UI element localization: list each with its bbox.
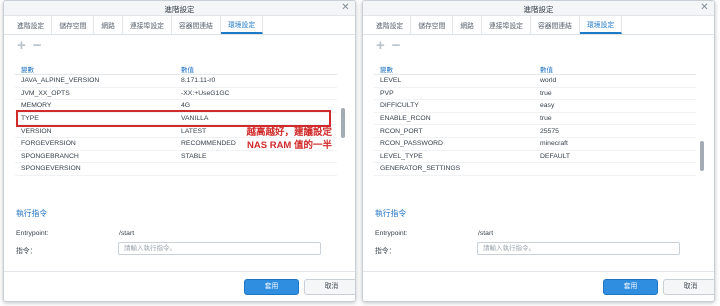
row-variable: JAVA_ALPINE_VERSION	[21, 77, 100, 85]
grid-header: 變數 數值	[15, 64, 337, 75]
tab-storage[interactable]: 儲存空間	[411, 16, 454, 34]
add-icon[interactable]: +	[376, 38, 385, 53]
remove-icon[interactable]: −	[33, 38, 42, 53]
table-row[interactable]: GENERATOR_SETTINGS	[374, 163, 696, 176]
table-row[interactable]: LEVEL world	[374, 75, 696, 88]
row-value: 8.171.11-r0	[181, 77, 216, 85]
dialog-title: 進階設定	[523, 5, 554, 14]
row-value: DEFAULT	[540, 152, 571, 160]
tab-links[interactable]: 容器間連結	[531, 16, 580, 34]
env-variable-grid: 變數 數值 LEVEL world PVP true DIFFICULTY ea…	[374, 64, 696, 176]
dialog-footer: 套用 取消	[4, 271, 355, 301]
column-header-value[interactable]: 數值	[181, 64, 331, 74]
dialog-titlebar: 進階設定 ✕	[363, 1, 714, 16]
row-variable: LEVEL_TYPE	[380, 152, 423, 160]
grid-scrollbar[interactable]	[341, 108, 345, 138]
annotation-line-2: NAS RAM 值的一半	[247, 140, 332, 151]
advanced-settings-dialog-left: 進階設定 ✕ 進階設定 儲存空間 網路 連接埠設定 容器間連結 環境設定 + −…	[3, 0, 356, 302]
exec-command-section-title: 執行指令	[16, 209, 48, 218]
tab-bar: 進階設定 儲存空間 網路 連接埠設定 容器間連結 環境設定	[363, 16, 714, 35]
grid-scrollbar[interactable]	[700, 141, 704, 171]
entrypoint-label: Entrypoint:	[375, 230, 408, 237]
table-row[interactable]: RCON_PASSWORD minecraft	[374, 138, 696, 151]
env-toolbar: + −	[4, 35, 355, 55]
close-icon[interactable]: ✕	[340, 2, 351, 13]
apply-button[interactable]: 套用	[603, 279, 658, 295]
tab-port-settings[interactable]: 連接埠設定	[123, 16, 172, 34]
env-toolbar: + −	[363, 35, 714, 55]
command-label: 指令：	[16, 248, 37, 255]
tab-environment[interactable]: 環境設定	[220, 16, 264, 34]
tab-network[interactable]: 網路	[94, 16, 123, 34]
table-row[interactable]: JVM_XX_OPTS -XX:+UseG1GC	[15, 88, 337, 101]
row-variable: FORGEVERSION	[21, 140, 76, 148]
row-value: -XX:+UseG1GC	[181, 89, 230, 97]
grid-header: 變數 數值	[374, 64, 696, 75]
tab-advanced[interactable]: 進階設定	[369, 16, 412, 34]
row-variable: SPONGEBRANCH	[21, 152, 79, 160]
entrypoint-label: Entrypoint:	[16, 230, 49, 237]
entrypoint-value: /start	[119, 230, 135, 237]
row-value: STABLE	[181, 152, 207, 160]
command-label: 指令：	[375, 248, 396, 255]
annotation-line-1: 越高越好，建議設定	[246, 127, 332, 138]
table-row[interactable]: RCON_PORT 25575	[374, 125, 696, 138]
table-row[interactable]: SPONGEVERSION	[15, 163, 337, 176]
apply-button[interactable]: 套用	[244, 279, 299, 295]
dialog-title: 進階設定	[164, 5, 195, 14]
row-value: minecraft	[540, 140, 568, 148]
memory-annotation: 越高越好，建議設定 NAS RAM 值的一半	[246, 126, 332, 152]
dialog-titlebar: 進階設定 ✕	[4, 1, 355, 16]
exec-command-section-title: 執行指令	[375, 209, 407, 218]
command-input[interactable]: 請輸入執行指令。	[118, 242, 321, 255]
table-row[interactable]: JAVA_ALPINE_VERSION 8.171.11-r0	[15, 75, 337, 88]
row-variable: RCON_PASSWORD	[380, 140, 443, 148]
tab-storage[interactable]: 儲存空間	[52, 16, 95, 34]
row-variable: MEMORY	[21, 102, 52, 110]
row-variable: VERSION	[21, 127, 52, 135]
tab-bar: 進階設定 儲存空間 網路 連接埠設定 容器間連結 環境設定	[4, 16, 355, 35]
tab-environment[interactable]: 環境設定	[579, 16, 623, 34]
entrypoint-value: /start	[478, 230, 494, 237]
row-variable: GENERATOR_SETTINGS	[380, 165, 461, 173]
advanced-settings-dialog-right: 進階設定 ✕ 進階設定 儲存空間 網路 連接埠設定 容器間連結 環境設定 + −…	[362, 0, 715, 302]
row-value: easy	[540, 102, 555, 110]
remove-icon[interactable]: −	[392, 38, 401, 53]
close-icon[interactable]: ✕	[699, 2, 710, 13]
row-variable: LEVEL	[380, 77, 402, 85]
row-variable: JVM_XX_OPTS	[21, 89, 70, 97]
row-variable: DIFFICULTY	[380, 102, 419, 110]
cancel-button[interactable]: 取消	[304, 279, 355, 295]
table-row[interactable]: LEVEL_TYPE DEFAULT	[374, 151, 696, 164]
column-header-variable[interactable]: 變數	[374, 64, 540, 74]
row-value: true	[540, 89, 552, 97]
command-input[interactable]: 請輸入執行指令。	[477, 242, 680, 255]
tab-links[interactable]: 容器間連結	[172, 16, 221, 34]
row-variable: ENABLE_RCON	[380, 115, 431, 123]
row-variable: SPONGEVERSION	[21, 165, 81, 173]
tab-advanced[interactable]: 進階設定	[10, 16, 53, 34]
cancel-button[interactable]: 取消	[663, 279, 714, 295]
row-value: world	[540, 77, 557, 85]
row-value: 4G	[181, 102, 191, 110]
row-variable: RCON_PORT	[380, 127, 423, 135]
row-variable: PVP	[380, 89, 394, 97]
dialog-footer: 套用 取消	[363, 271, 714, 301]
table-row[interactable]: ENABLE_RCON true	[374, 113, 696, 126]
column-header-variable[interactable]: 變數	[15, 64, 181, 74]
add-icon[interactable]: +	[17, 38, 26, 53]
table-row[interactable]: DIFFICULTY easy	[374, 100, 696, 113]
tab-port-settings[interactable]: 連接埠設定	[482, 16, 531, 34]
table-row[interactable]: SPONGEBRANCH STABLE	[15, 151, 337, 164]
column-header-value[interactable]: 數值	[540, 64, 690, 74]
row-value: 25575	[540, 127, 559, 135]
tab-network[interactable]: 網路	[453, 16, 482, 34]
memory-row-highlight	[16, 110, 331, 127]
table-row[interactable]: PVP true	[374, 88, 696, 101]
row-value: true	[540, 115, 552, 123]
